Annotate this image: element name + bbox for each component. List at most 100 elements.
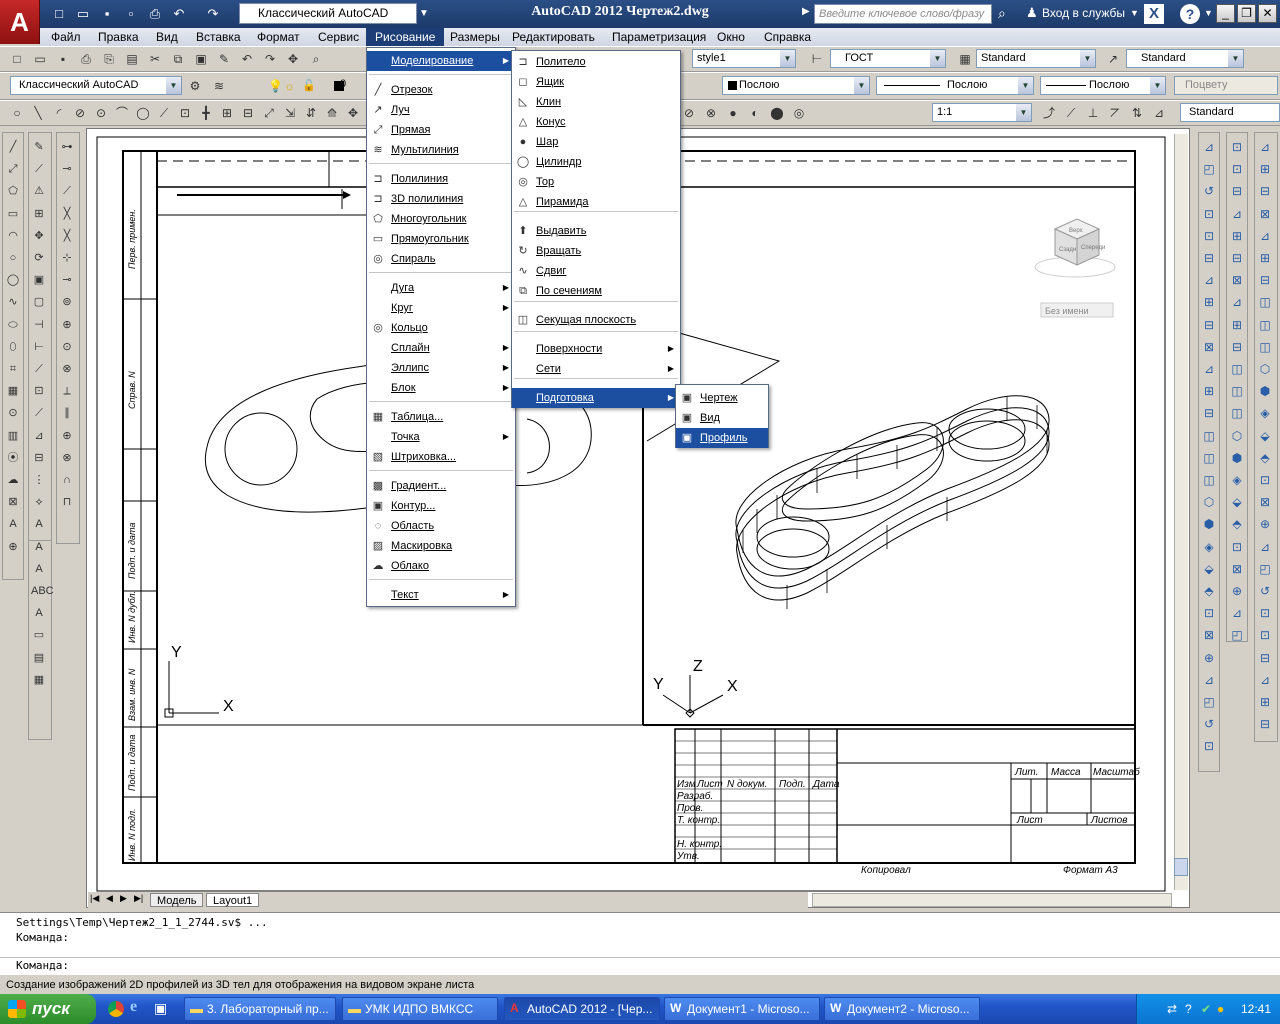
draw-menu-item-21[interactable]: ▣ Контур... [367, 496, 515, 516]
modeling-menu-item-6[interactable]: ◯ Цилиндр [512, 152, 680, 172]
left-tool-2-5-icon[interactable]: ⊹ [58, 249, 76, 267]
left-tool-1-21-icon[interactable]: A [30, 604, 48, 622]
snap-icon-14[interactable]: ⇲ [281, 104, 299, 122]
standard-icon-2[interactable]: ▭ [31, 50, 49, 68]
left-tool-1-2-icon[interactable]: ⚠ [30, 182, 48, 200]
left-tool-0-5-icon[interactable]: ○ [4, 249, 22, 267]
left-tool-2-16-icon[interactable]: ⊓ [58, 493, 76, 511]
chevron-down-icon[interactable]: ▼ [419, 3, 431, 24]
draw-menu-item-2[interactable]: ╱ Отрезок [367, 80, 515, 100]
left-tool-1-4-icon[interactable]: ✥ [30, 227, 48, 245]
left-tool-0-13-icon[interactable]: ▥ [4, 427, 22, 445]
render-icon-3[interactable]: ● [724, 104, 742, 122]
right-tool-2-26-icon[interactable]: ⊟ [1256, 715, 1274, 733]
right-tool-0-6-icon[interactable]: ⊿ [1200, 271, 1218, 289]
left-tool-1-16-icon[interactable]: ⟡ [30, 493, 48, 511]
menu-7[interactable]: Рисование [366, 28, 445, 46]
menu-9[interactable]: Редактировать [503, 28, 604, 46]
right-tool-0-7-icon[interactable]: ⊞ [1200, 293, 1218, 311]
render-icon-6[interactable]: ◎ [790, 104, 808, 122]
modeling-menu-item-8[interactable]: △ Пирамида [512, 192, 680, 212]
left-tool-0-14-icon[interactable]: ⦿ [4, 449, 22, 467]
dim-icon-4[interactable]: ⦢ [1106, 104, 1124, 122]
draw-menu-item-5[interactable]: ≋ Мультилиния [367, 140, 515, 160]
right-tool-0-16-icon[interactable]: ⬡ [1200, 493, 1218, 511]
left-tool-1-8-icon[interactable]: ⊣ [30, 316, 48, 334]
vertical-scrollbar[interactable] [1174, 134, 1188, 890]
close-button[interactable]: ✕ [1258, 4, 1277, 23]
right-tool-2-10-icon[interactable]: ⬡ [1256, 360, 1274, 378]
left-tool-2-4-icon[interactable]: ╳ [58, 227, 76, 245]
tab-layout1[interactable]: Layout1 [206, 893, 260, 907]
modeling-menu-item-9[interactable]: ⬆ Выдавить [512, 221, 680, 241]
left-tool-1-14-icon[interactable]: ⊟ [30, 449, 48, 467]
right-tool-2-8-icon[interactable]: ◫ [1256, 316, 1274, 334]
ie-icon[interactable]: e [130, 998, 137, 1016]
right-tool-0-1-icon[interactable]: ◰ [1200, 160, 1218, 178]
snap-icon-4[interactable]: ⊘ [71, 104, 89, 122]
tab-nav-next-icon[interactable]: ▶ [120, 893, 127, 904]
snap-icon-5[interactable]: ⊙ [92, 104, 110, 122]
left-tool-0-3-icon[interactable]: ▭ [4, 205, 22, 223]
right-tool-0-23-icon[interactable]: ⊕ [1200, 649, 1218, 667]
right-tool-2-0-icon[interactable]: ⊿ [1256, 138, 1274, 156]
standard-icon-3[interactable]: ▪ [54, 50, 72, 68]
save-icon[interactable]: ▪ [98, 5, 116, 23]
menu-2[interactable]: Правка [89, 28, 148, 46]
left-tool-1-20-icon[interactable]: ABC [30, 582, 54, 600]
layer-freeze-icon[interactable]: ☼ [284, 79, 295, 93]
dim-icon-5[interactable]: ⇅ [1128, 104, 1146, 122]
render-icon-2[interactable]: ⊗ [702, 104, 720, 122]
right-tool-0-13-icon[interactable]: ◫ [1200, 427, 1218, 445]
check-tray-icon[interactable]: ✔ [1201, 994, 1211, 1024]
workspace-combo[interactable]: Классический AutoCAD ▼ [10, 76, 182, 95]
dim-icon-1[interactable]: ⤴ [1040, 104, 1058, 122]
right-tool-0-2-icon[interactable]: ↺ [1200, 182, 1218, 200]
dimstyle-icon[interactable]: ⊢ [808, 50, 826, 68]
right-tool-1-17-icon[interactable]: ⬘ [1228, 515, 1246, 533]
tab-nav-first-icon[interactable]: |◀ [90, 893, 99, 904]
right-tool-0-11-icon[interactable]: ⊞ [1200, 382, 1218, 400]
task-lab[interactable]: 3. Лабораторный пр... [184, 997, 336, 1021]
modeling-menu-item-7[interactable]: ◎ Тор [512, 172, 680, 192]
right-tool-1-4-icon[interactable]: ⊞ [1228, 227, 1246, 245]
right-tool-0-5-icon[interactable]: ⊟ [1200, 249, 1218, 267]
right-tool-2-7-icon[interactable]: ◫ [1256, 293, 1274, 311]
left-tool-2-14-icon[interactable]: ⊗ [58, 449, 76, 467]
standard-icon-1[interactable]: □ [8, 50, 26, 68]
draw-menu-item-6[interactable]: ⊐ Полилиния [367, 169, 515, 189]
snap-icon-17[interactable]: ✥ [344, 104, 362, 122]
draw-menu-item-23[interactable]: ▨ Маскировка [367, 536, 515, 556]
help-tray-icon[interactable]: ? [1185, 994, 1192, 1024]
right-tool-1-5-icon[interactable]: ⊟ [1228, 249, 1246, 267]
right-tool-0-9-icon[interactable]: ⊠ [1200, 338, 1218, 356]
modeling-menu-item-12[interactable]: ⧉ По сечениям [512, 281, 680, 301]
modeling-menu-item-16[interactable]: Подготовка ▶ [512, 388, 680, 408]
right-tool-1-18-icon[interactable]: ⊡ [1228, 538, 1246, 556]
exchange-icon[interactable]: X [1144, 4, 1164, 24]
draw-menu-item-7[interactable]: ⊐ 3D полилиния [367, 189, 515, 209]
standard-icon-5[interactable]: ⎘ [100, 50, 118, 68]
render-icon-4[interactable]: ◐ [746, 104, 764, 122]
draw-menu-item-10[interactable]: ◎ Спираль [367, 249, 515, 269]
modeling-menu-item-13[interactable]: ◫ Секущая плоскость [512, 310, 680, 330]
expand-icon[interactable]: ▶ [802, 6, 810, 17]
minimize-button[interactable]: _ [1216, 4, 1235, 23]
visual-style-select[interactable]: Standard [1180, 103, 1280, 122]
left-tool-1-23-icon[interactable]: ▤ [30, 649, 48, 667]
standard-icon-6[interactable]: ▤ [123, 50, 141, 68]
menu-4[interactable]: Вставка [187, 28, 250, 46]
right-tool-1-0-icon[interactable]: ⊡ [1228, 138, 1246, 156]
right-tool-2-1-icon[interactable]: ⊞ [1256, 160, 1274, 178]
draw-menu-item-1[interactable]: Моделирование ▶ [367, 51, 515, 71]
left-tool-1-6-icon[interactable]: ▣ [30, 271, 48, 289]
modeling-menu-item-4[interactable]: △ Конус [512, 112, 680, 132]
draw-menu-item-11[interactable]: Дуга ▶ [367, 278, 515, 298]
draw-menu-item-19[interactable]: ▧ Штриховка... [367, 447, 515, 467]
left-tool-1-13-icon[interactable]: ⊿ [30, 427, 48, 445]
right-tool-1-14-icon[interactable]: ⬢ [1228, 449, 1246, 467]
modeling-menu-item-3[interactable]: ◺ Клин [512, 92, 680, 112]
menu-10[interactable]: Параметризация [603, 28, 715, 46]
right-tool-1-9-icon[interactable]: ⊟ [1228, 338, 1246, 356]
standard-icon-4[interactable]: ⎙ [77, 50, 95, 68]
